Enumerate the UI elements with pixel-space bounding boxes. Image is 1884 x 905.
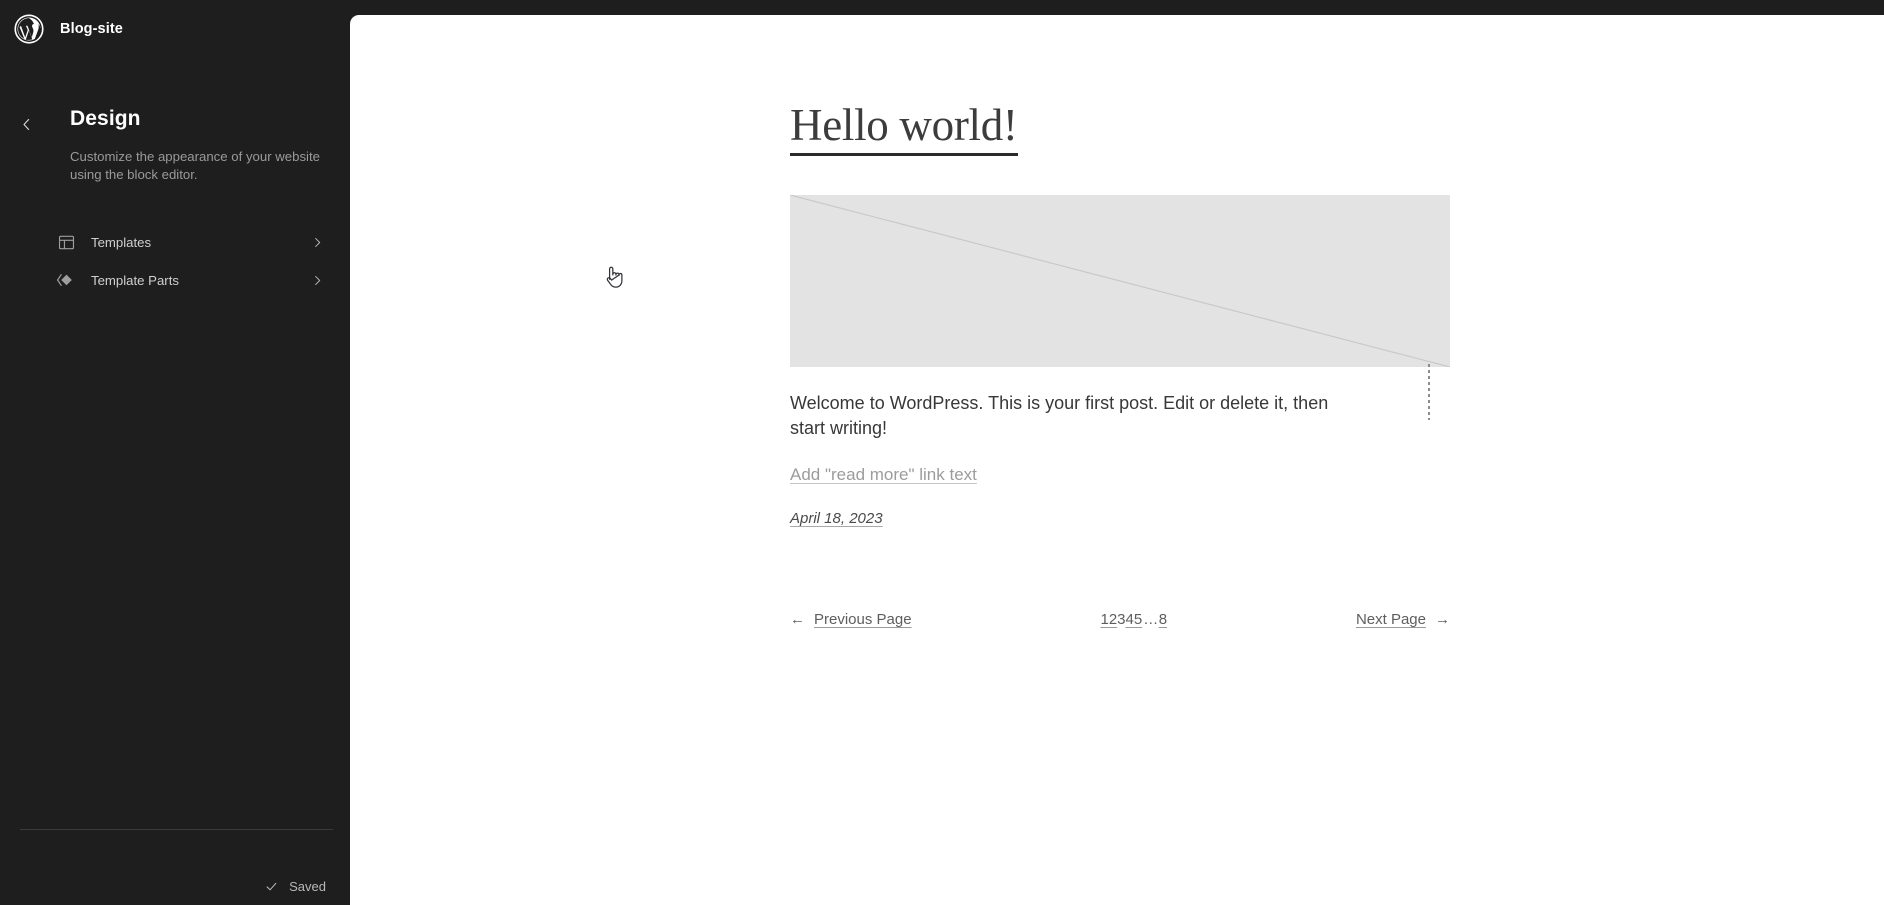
page-title: Design bbox=[70, 107, 141, 130]
sidebar-divider bbox=[20, 829, 333, 830]
save-status-label: Saved bbox=[289, 878, 326, 894]
layout-template-icon bbox=[54, 230, 78, 254]
page-number-4[interactable]: 4 bbox=[1126, 611, 1134, 628]
site-preview-canvas[interactable]: Hello world! Welcome to WordPress. This … bbox=[350, 15, 1884, 905]
chevron-right-icon bbox=[306, 269, 328, 291]
page-number-3-current: 3 bbox=[1117, 611, 1126, 628]
pagination-ellipsis: … bbox=[1143, 611, 1158, 628]
sidebar-site-header: Blog-site bbox=[0, 0, 350, 58]
post-date[interactable]: April 18, 2023 bbox=[790, 510, 883, 527]
chevron-left-icon bbox=[18, 116, 35, 136]
site-editor-app: Blog-site Design Customize the appearanc… bbox=[0, 0, 1884, 905]
previous-page-label: Previous Page bbox=[814, 611, 912, 628]
next-page-label: Next Page bbox=[1355, 611, 1426, 628]
sidebar-item-templates[interactable]: Templates bbox=[56, 223, 328, 261]
block-drag-handle[interactable] bbox=[1428, 364, 1430, 420]
previous-page-link[interactable]: ← Previous Page bbox=[790, 611, 912, 628]
page-number-2[interactable]: 2 bbox=[1109, 611, 1117, 628]
check-icon bbox=[263, 878, 279, 894]
arrow-right-icon: → bbox=[1434, 611, 1450, 628]
featured-image-placeholder[interactable] bbox=[790, 194, 1450, 367]
page-number-8[interactable]: 8 bbox=[1159, 611, 1167, 628]
site-title[interactable]: Blog-site bbox=[60, 21, 123, 37]
post-excerpt[interactable]: Welcome to WordPress. This is your first… bbox=[790, 391, 1350, 442]
arrow-left-icon: ← bbox=[790, 611, 805, 628]
post-title[interactable]: Hello world! bbox=[790, 101, 1018, 156]
pagination-numbers: 1 2 3 4 5 … 8 bbox=[1100, 611, 1167, 628]
next-page-link[interactable]: Next Page → bbox=[1356, 611, 1450, 628]
chevron-right-icon bbox=[306, 231, 328, 253]
page-number-1[interactable]: 1 bbox=[1100, 611, 1108, 628]
read-more-link-placeholder[interactable]: Add "read more" link text bbox=[790, 465, 977, 485]
panel-description: Customize the appearance of your website… bbox=[70, 149, 320, 182]
post-preview: Hello world! Welcome to WordPress. This … bbox=[790, 101, 1450, 528]
sidebar-item-template-parts[interactable]: Template Parts bbox=[56, 261, 328, 299]
design-panel-header: Design Customize the appearance of your … bbox=[0, 106, 350, 183]
wordpress-logo-icon[interactable] bbox=[12, 12, 46, 46]
design-nav-list: Templates Template Parts bbox=[0, 223, 350, 299]
back-button[interactable] bbox=[8, 108, 44, 144]
template-parts-diamond-icon bbox=[54, 268, 78, 292]
pagination: ← Previous Page 1 2 3 4 5 … 8 Next Page … bbox=[790, 611, 1450, 628]
editor-sidebar: Blog-site Design Customize the appearanc… bbox=[0, 0, 350, 905]
page-number-5[interactable]: 5 bbox=[1134, 611, 1142, 628]
save-status-badge[interactable]: Saved bbox=[263, 878, 326, 894]
